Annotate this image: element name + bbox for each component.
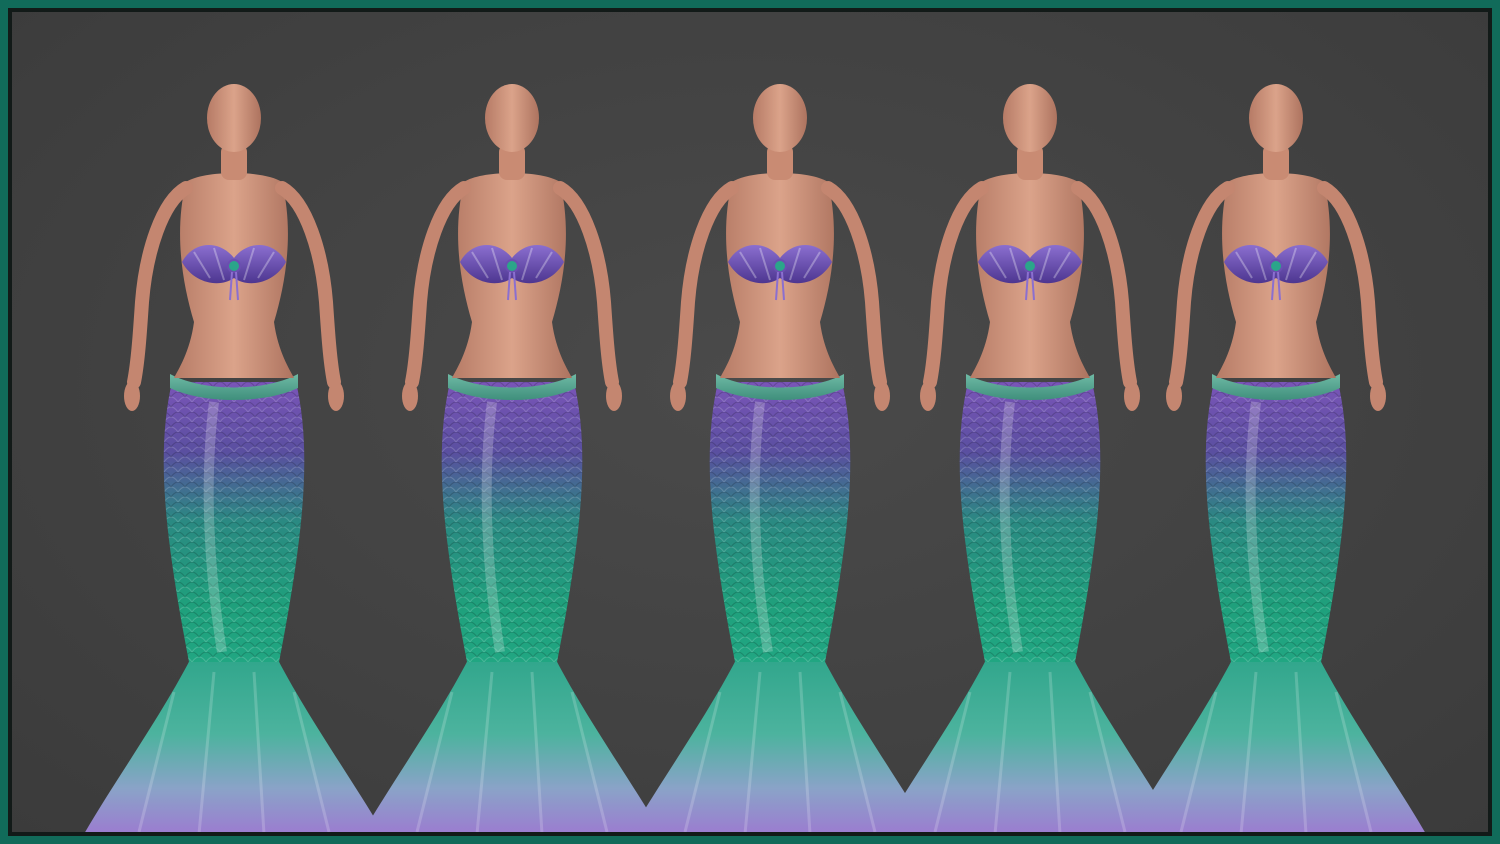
- mermaid-view-three-quarter-right: [630, 84, 930, 832]
- mermaid-view-three-quarter-left: [1126, 84, 1426, 832]
- mermaid-view-back: [362, 84, 662, 832]
- render-canvas: [12, 12, 1488, 832]
- mermaid-view-back-three-quarter: [880, 84, 1180, 832]
- inner-dark-rule: [8, 8, 1492, 836]
- mermaid-view-front: [84, 84, 384, 832]
- teal-border-frame: [0, 0, 1500, 844]
- turnaround-render: [12, 12, 1488, 832]
